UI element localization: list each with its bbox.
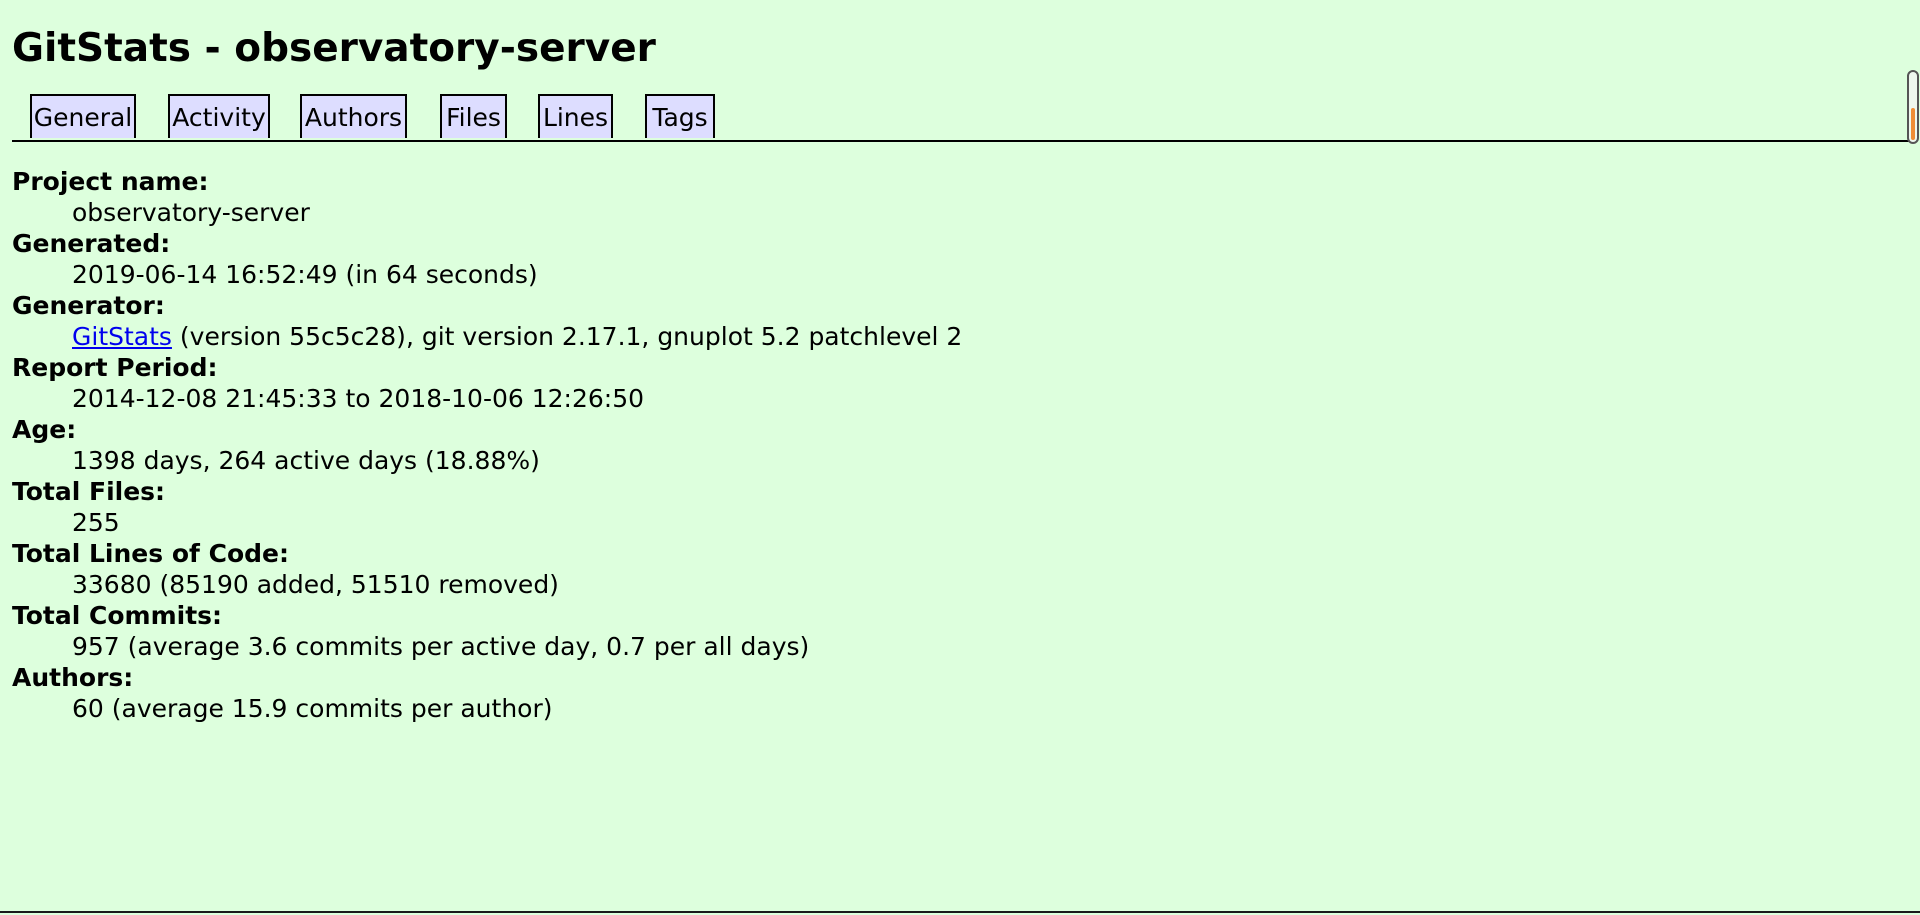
authors-value: 60 (average 15.9 commits per author) <box>72 694 553 723</box>
total-commits-value: 957 (average 3.6 commits per active day,… <box>72 632 810 661</box>
general-statistics: Project name: observatory-server Generat… <box>12 166 1212 724</box>
total-lines-label: Total Lines of Code: <box>12 539 289 568</box>
tab-lines[interactable]: Lines <box>538 94 613 138</box>
tab-general[interactable]: General <box>30 94 136 138</box>
project-name-value: observatory-server <box>72 198 310 227</box>
tab-activity[interactable]: Activity <box>168 94 270 138</box>
bottom-divider <box>0 911 1920 913</box>
tab-files[interactable]: Files <box>440 94 507 138</box>
project-name-label: Project name: <box>12 167 209 196</box>
vertical-scrollbar[interactable] <box>1907 70 1919 144</box>
report-period-value: 2014-12-08 21:45:33 to 2018-10-06 12:26:… <box>72 384 645 413</box>
gitstats-link[interactable]: GitStats <box>72 322 172 351</box>
total-commits-label: Total Commits: <box>12 601 223 630</box>
generator-details: (version 55c5c28), git version 2.17.1, g… <box>171 322 963 351</box>
page-title: GitStats - observatory-server <box>12 26 656 71</box>
scrollbar-thumb[interactable] <box>1911 108 1915 140</box>
generated-value: 2019-06-14 16:52:49 (in 64 seconds) <box>72 260 538 289</box>
gitstats-page: GitStats - observatory-server General Ac… <box>0 0 1920 913</box>
report-period-label: Report Period: <box>12 353 218 382</box>
generator-value: GitStats (version 55c5c28), git version … <box>72 321 1212 352</box>
generated-label: Generated: <box>12 229 171 258</box>
age-value: 1398 days, 264 active days (18.88%) <box>72 446 540 475</box>
tab-tags[interactable]: Tags <box>645 94 715 138</box>
navigation-tabs: General Activity Authors Files Lines Tag… <box>12 94 1910 142</box>
total-files-value: 255 <box>72 508 120 537</box>
total-files-label: Total Files: <box>12 477 166 506</box>
authors-label: Authors: <box>12 663 134 692</box>
total-lines-value: 33680 (85190 added, 51510 removed) <box>72 570 559 599</box>
generator-label: Generator: <box>12 291 165 320</box>
age-label: Age: <box>12 415 77 444</box>
tab-authors[interactable]: Authors <box>300 94 407 138</box>
